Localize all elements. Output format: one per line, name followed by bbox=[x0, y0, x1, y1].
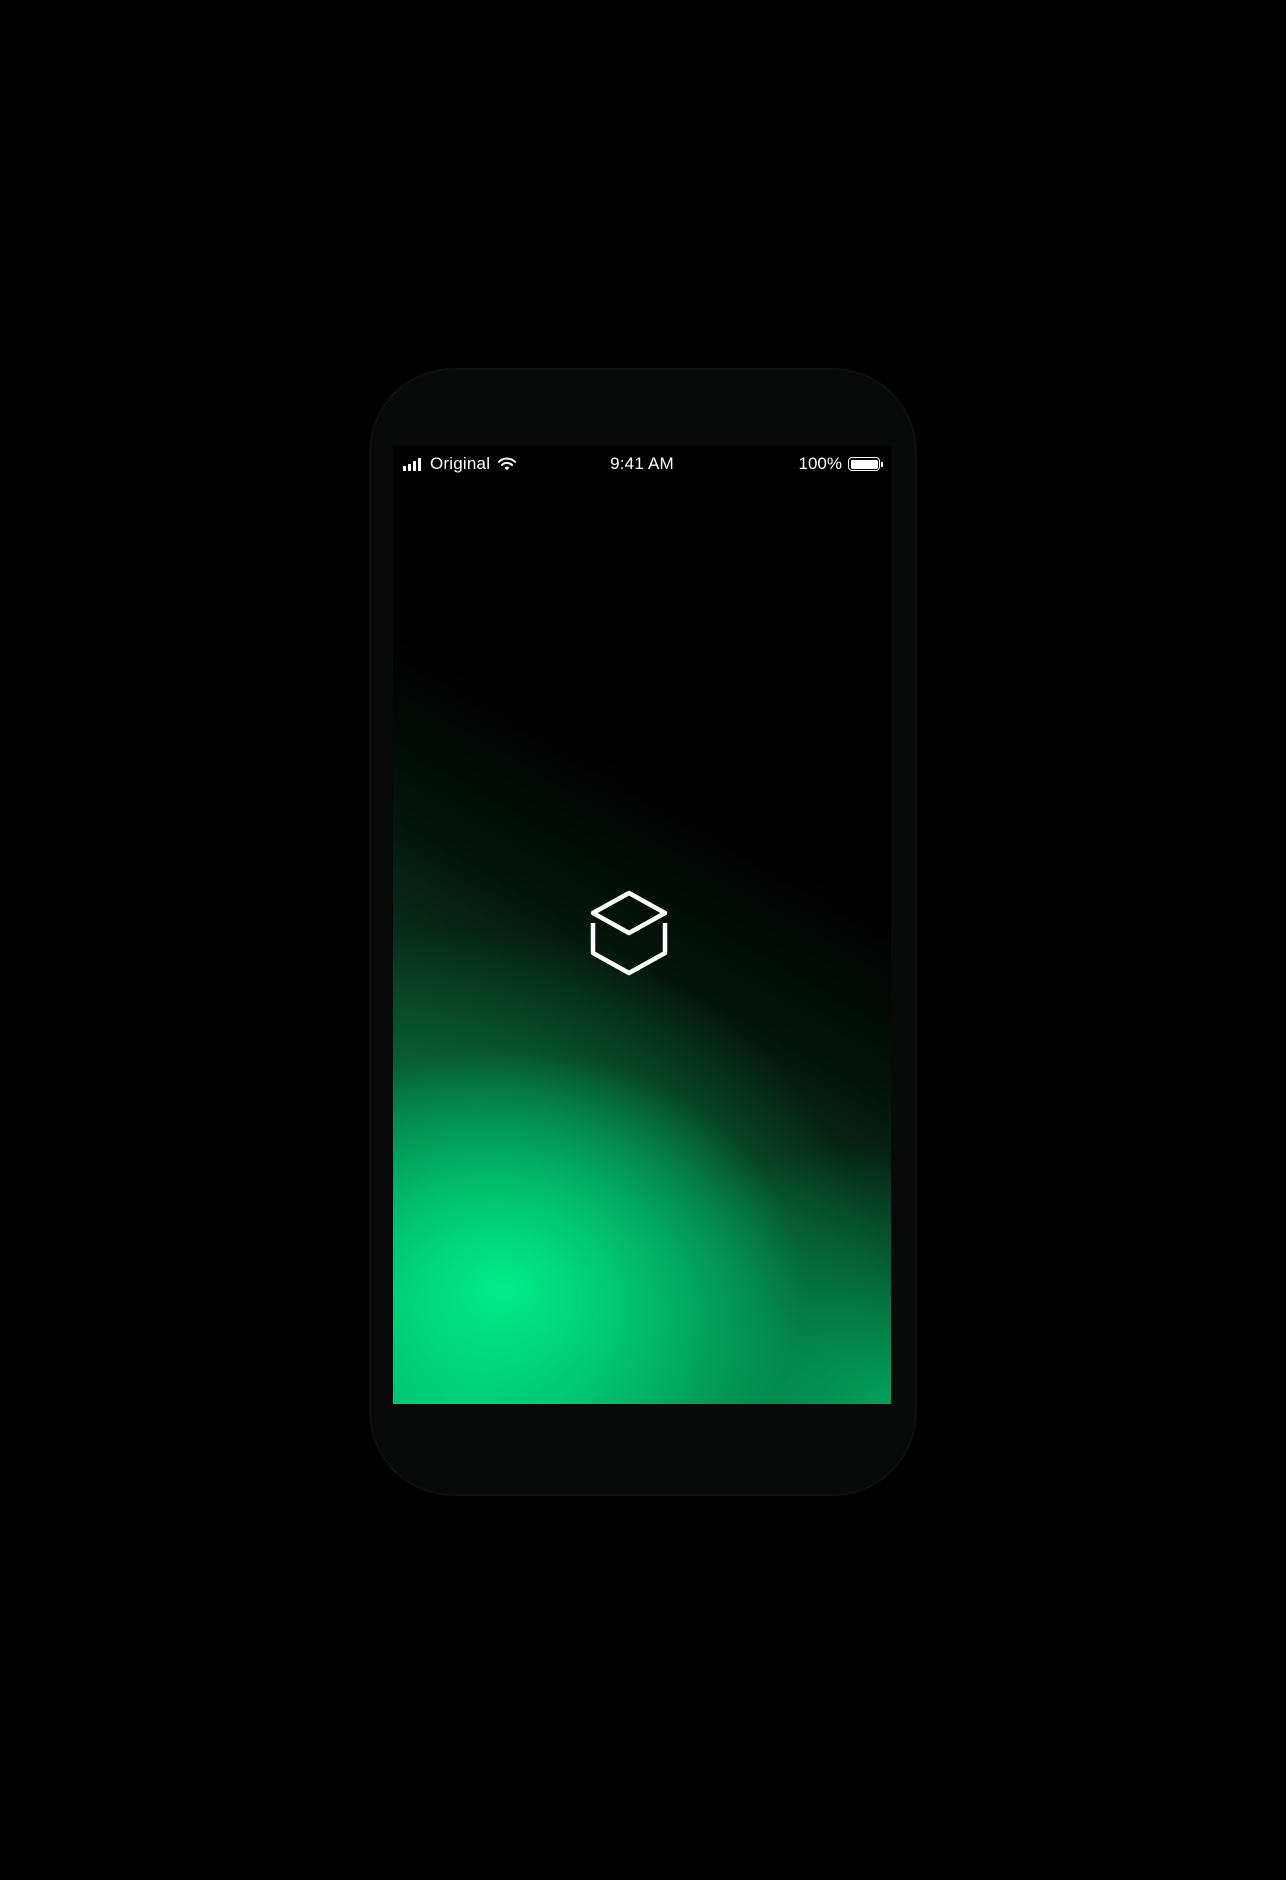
splash-screen: Original 9:41 AM 100% bbox=[393, 446, 891, 1404]
status-bar-right: 100% bbox=[799, 454, 883, 474]
battery-cap bbox=[881, 461, 883, 467]
phone-frame: Original 9:41 AM 100% bbox=[369, 368, 917, 1496]
app-preview-stage: Original 9:41 AM 100% bbox=[0, 0, 1286, 1880]
status-bar: Original 9:41 AM 100% bbox=[393, 446, 891, 480]
battery-fill bbox=[850, 459, 878, 469]
battery-icon bbox=[848, 457, 880, 471]
battery-percentage: 100% bbox=[798, 454, 842, 473]
cube-outline-icon bbox=[590, 890, 668, 976]
